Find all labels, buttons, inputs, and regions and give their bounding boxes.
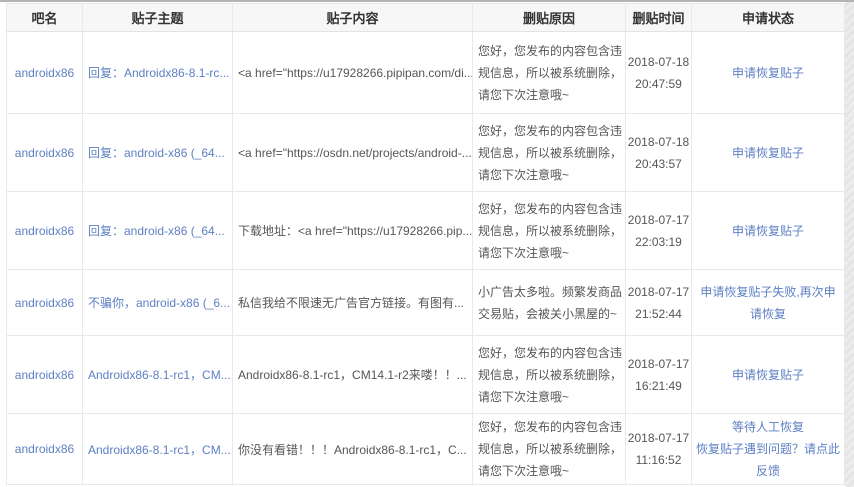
col-header-time: 删贴时间 [625, 3, 692, 32]
post-content-text: <a href="https://u17928266.pipipan.com/d… [232, 31, 473, 114]
topic-cell: 回复：android-x86 (_64... [82, 191, 233, 270]
post-topic-link[interactable]: Androidx86-8.1-rc1，CM... [88, 368, 231, 382]
delete-time: 2018-07-17 11:16:52 [625, 413, 692, 485]
apply-restore-link[interactable]: 申请恢复贴子 [696, 220, 840, 242]
restore-feedback-link[interactable]: 恢复贴子遇到问题？请点此反馈 [696, 438, 840, 482]
table-row: androidx86 Androidx86-8.1-rc1，CM... 你没有看… [6, 413, 845, 485]
col-header-content: 贴子内容 [232, 3, 473, 32]
forum-cell: androidx86 [6, 113, 83, 192]
status-cell: 申请恢复贴子 [691, 31, 845, 114]
waiting-manual-restore-link[interactable]: 等待人工恢复 [696, 416, 840, 438]
post-content-text: Androidx86-8.1-rc1，CM14.1-r2来喽！！... [232, 335, 473, 414]
page: { "colors": { "link_blue": "#5d7fc4", "h… [0, 0, 854, 487]
forum-cell: androidx86 [6, 335, 83, 414]
delete-time: 2018-07-17 21:52:44 [625, 269, 692, 336]
col-header-status: 申请状态 [691, 3, 845, 32]
topic-cell: 回复：android-x86 (_64... [82, 113, 233, 192]
forum-link[interactable]: androidx86 [15, 146, 74, 160]
table-row: androidx86 Androidx86-8.1-rc1，CM... Andr… [6, 335, 845, 414]
post-topic-link[interactable]: 回复：Androidx86-8.1-rc... [88, 66, 229, 80]
delete-reason-text: 您好，您发布的内容包含违规信息，所以被系统删除，请您下次注意哦~ [472, 335, 626, 414]
apply-restore-link[interactable]: 申请恢复贴子 [696, 62, 840, 84]
delete-reason-text: 您好，您发布的内容包含违规信息，所以被系统删除，请您下次注意哦~ [472, 113, 626, 192]
forum-link[interactable]: androidx86 [15, 66, 74, 80]
topic-cell: Androidx86-8.1-rc1，CM... [82, 335, 233, 414]
table-row: androidx86 不骗你，android-x86 (_6... 私信我给不限… [6, 269, 845, 336]
deleted-posts-table: 吧名 贴子主题 贴子内容 删贴原因 删贴时间 申请状态 androidx86 回… [6, 3, 845, 485]
post-content-text: 私信我给不限速无广告官方链接。有图有... [232, 269, 473, 336]
forum-cell: androidx86 [6, 191, 83, 270]
post-content-text: 你没有看错！！！Androidx86-8.1-rc1，C... [232, 413, 473, 485]
page-background-strip [845, 2, 854, 487]
col-header-reason: 删贴原因 [472, 3, 626, 32]
topic-cell: 回复：Androidx86-8.1-rc... [82, 31, 233, 114]
col-header-forum: 吧名 [6, 3, 83, 32]
forum-cell: androidx86 [6, 413, 83, 485]
forum-cell: androidx86 [6, 31, 83, 114]
status-cell: 申请恢复贴子 [691, 191, 845, 270]
delete-time: 2018-07-17 16:21:49 [625, 335, 692, 414]
top-border-bar [0, 0, 854, 2]
delete-time: 2018-07-18 20:43:57 [625, 113, 692, 192]
forum-link[interactable]: androidx86 [15, 368, 74, 382]
retry-restore-link[interactable]: 申请恢复贴子失败,再次申请恢复 [696, 281, 840, 325]
status-cell: 申请恢复贴子 [691, 335, 845, 414]
forum-link[interactable]: androidx86 [15, 224, 74, 238]
delete-reason-text: 您好，您发布的内容包含违规信息，所以被系统删除，请您下次注意哦~ [472, 191, 626, 270]
post-topic-link[interactable]: 回复：android-x86 (_64... [88, 146, 225, 160]
delete-time: 2018-07-18 20:47:59 [625, 31, 692, 114]
post-topic-link[interactable]: Androidx86-8.1-rc1，CM... [88, 443, 231, 457]
topic-cell: 不骗你，android-x86 (_6... [82, 269, 233, 336]
post-topic-link[interactable]: 不骗你，android-x86 (_6... [88, 296, 230, 310]
table-header-row: 吧名 贴子主题 贴子内容 删贴原因 删贴时间 申请状态 [6, 3, 845, 32]
status-cell: 申请恢复贴子失败,再次申请恢复 [691, 269, 845, 336]
delete-reason-text: 您好，您发布的内容包含违规信息，所以被系统删除，请您下次注意哦~ [472, 31, 626, 114]
forum-link[interactable]: androidx86 [15, 442, 74, 456]
delete-reason-text: 小广告太多啦。频繁发商品交易贴，会被关小黑屋的~ [472, 269, 626, 336]
status-cell: 等待人工恢复 恢复贴子遇到问题？请点此反馈 [691, 413, 845, 485]
delete-time: 2018-07-17 22:03:19 [625, 191, 692, 270]
apply-restore-link[interactable]: 申请恢复贴子 [696, 142, 840, 164]
table-row: androidx86 回复：Androidx86-8.1-rc... <a hr… [6, 31, 845, 114]
topic-cell: Androidx86-8.1-rc1，CM... [82, 413, 233, 485]
forum-link[interactable]: androidx86 [15, 296, 74, 310]
delete-reason-text: 您好，您发布的内容包含违规信息，所以被系统删除，请您下次注意哦~ [472, 413, 626, 485]
post-content-text: <a href="https://osdn.net/projects/andro… [232, 113, 473, 192]
post-topic-link[interactable]: 回复：android-x86 (_64... [88, 224, 225, 238]
table-row: androidx86 回复：android-x86 (_64... <a hre… [6, 113, 845, 192]
forum-cell: androidx86 [6, 269, 83, 336]
col-header-topic: 贴子主题 [82, 3, 233, 32]
status-cell: 申请恢复贴子 [691, 113, 845, 192]
post-content-text: 下载地址：<a href="https://u17928266.pip... [232, 191, 473, 270]
apply-restore-link[interactable]: 申请恢复贴子 [696, 364, 840, 386]
table-row: androidx86 回复：android-x86 (_64... 下载地址：<… [6, 191, 845, 270]
